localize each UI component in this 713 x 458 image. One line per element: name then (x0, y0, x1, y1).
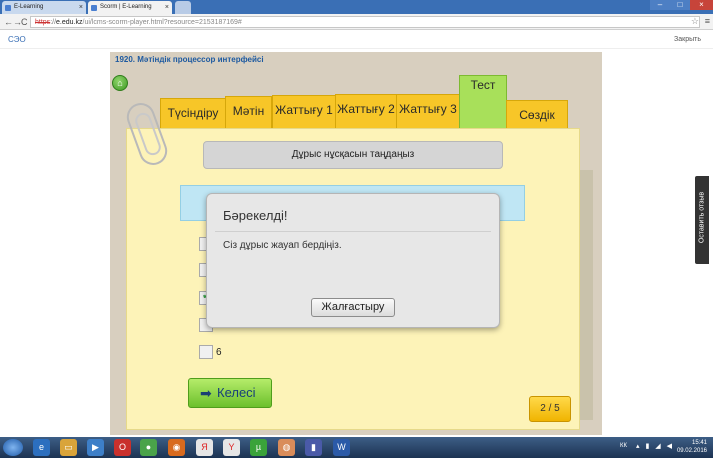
browser-menu-icon[interactable]: ≡ (705, 16, 710, 26)
ie-icon[interactable]: e (33, 439, 50, 456)
favicon-icon (91, 5, 97, 11)
url-scheme: https (35, 19, 51, 26)
opera-icon[interactable]: O (114, 439, 131, 456)
minimize-icon[interactable]: – (650, 0, 670, 10)
media-player-icon[interactable]: ▶ (87, 439, 104, 456)
taskbar: e ▭ ▶ O ● ◉ Я Y µ ◍ ▮ W КК ▴ ▮ ◢ ◀ 15:41… (0, 437, 713, 458)
start-button[interactable] (3, 439, 23, 456)
tray-icons[interactable]: ▴ ▮ ◢ ◀ (636, 442, 674, 450)
url-path: /ui/lcms-scorm-player.html?resource=2153… (82, 19, 242, 26)
lesson-title: 1920. Мәтіндік процессор интерфейсі (115, 55, 264, 64)
tab-zhattygu-2[interactable]: Жаттығу 2 (335, 94, 397, 128)
answer-checkbox-5[interactable] (199, 345, 213, 359)
phone-app-icon[interactable]: ▮ (305, 439, 322, 456)
firefox-icon[interactable]: ◉ (168, 439, 185, 456)
answer-option-label: 6 (216, 347, 222, 358)
close-tab-icon[interactable]: × (79, 1, 83, 14)
site-header: СЭО Закрыть (0, 31, 713, 49)
yandex-browser-icon[interactable]: Y (223, 439, 240, 456)
continue-button[interactable]: Жалғастыру (311, 298, 395, 317)
success-dialog: Бәрекелді! Сіз дұрыс жауап бердіңіз. Жал… (206, 193, 500, 328)
arrow-right-icon: ➡ (200, 385, 212, 401)
tab-zhattygu-3[interactable]: Жаттығу 3 (396, 94, 460, 128)
close-tab-icon[interactable]: × (165, 1, 169, 14)
url-host: e.edu.kz (56, 19, 83, 26)
browser-tab-label: Scorm | E-Learning (100, 4, 152, 10)
close-link[interactable]: Закрыть (674, 36, 701, 43)
clock-time: 15:41 (691, 440, 707, 446)
dialog-message: Сіз дұрыс жауап бердіңіз. (223, 240, 342, 251)
dialog-title: Бәрекелді! (223, 208, 288, 223)
dialog-divider (215, 231, 491, 232)
clock[interactable]: 15:41 09.02.2016 (677, 439, 707, 455)
next-button-label: Келесі (217, 385, 256, 400)
home-icon[interactable]: ⌂ (112, 75, 128, 91)
feedback-tab-label: Оставить отзыв (698, 191, 706, 244)
chrome-icon[interactable]: ● (140, 439, 157, 456)
window-close-icon[interactable]: × (690, 0, 713, 10)
instruction-bar: Дұрыс нұсқасын таңдаңыз (203, 141, 503, 169)
browser-tabstrip: E-Learning × Scorm | E-Learning × – □ × (0, 0, 713, 14)
feedback-tab[interactable]: Оставить отзыв (695, 176, 709, 264)
yandex-icon[interactable]: Я (196, 439, 213, 456)
word-icon[interactable]: W (333, 439, 350, 456)
new-tab-button[interactable] (175, 1, 191, 14)
clock-date: 09.02.2016 (676, 448, 707, 454)
tab-test[interactable]: Тест (459, 75, 507, 128)
browser-tab-label: E-Learning (14, 4, 44, 10)
tab-tusindiru[interactable]: Түсіндіру (160, 98, 226, 132)
utorrent-icon[interactable]: µ (250, 439, 267, 456)
next-button[interactable]: ➡ Келесі (188, 378, 272, 408)
app-icon[interactable]: ◍ (278, 439, 295, 456)
reload-icon[interactable]: C (21, 16, 28, 28)
page-counter: 2 / 5 (529, 396, 571, 422)
site-logo[interactable]: СЭО (8, 35, 26, 44)
bookmark-star-icon[interactable]: ☆ (691, 16, 699, 27)
browser-tab-elearning[interactable]: E-Learning × (2, 1, 86, 14)
tab-matin[interactable]: Мәтін (225, 96, 272, 130)
tab-zhattygu-1[interactable]: Жаттығу 1 (272, 95, 336, 129)
back-arrow-icon[interactable]: ← (4, 16, 13, 28)
language-indicator[interactable]: КК (620, 443, 627, 449)
browser-tab-scorm[interactable]: Scorm | E-Learning × (88, 1, 172, 14)
maximize-icon[interactable]: □ (670, 0, 690, 10)
address-bar-row: ← → C https://e.edu.kz/ui/lcms-scorm-pla… (0, 14, 713, 30)
favicon-icon (5, 5, 11, 11)
url-input[interactable]: https://e.edu.kz/ui/lcms-scorm-player.ht… (30, 16, 700, 28)
folder-icon[interactable]: ▭ (60, 439, 77, 456)
